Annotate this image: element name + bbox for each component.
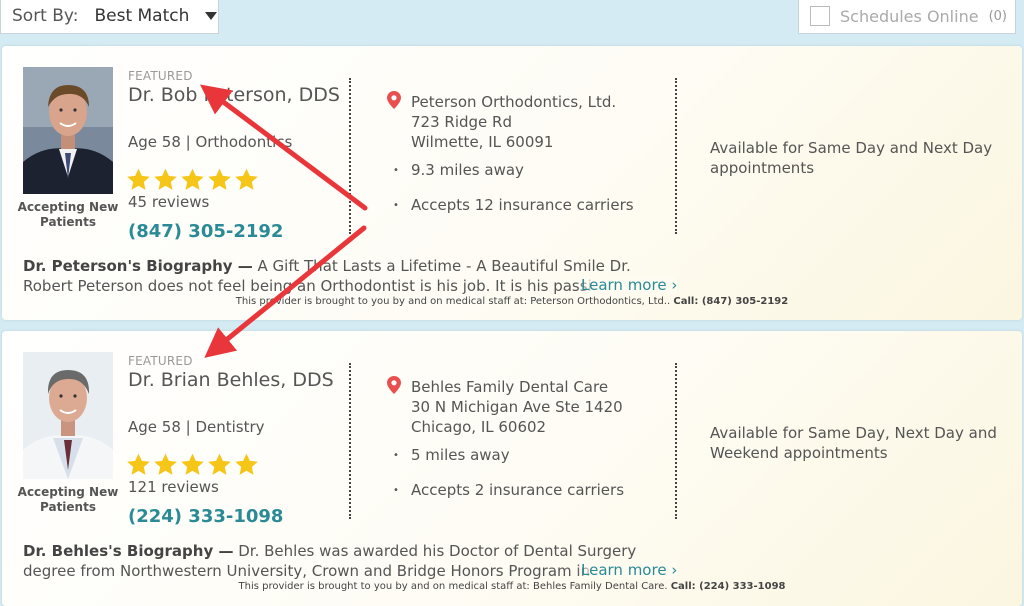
street-address: 30 N Michigan Ave Ste 1420 <box>411 398 623 416</box>
bullet: • <box>393 200 399 211</box>
star-icon <box>127 453 150 475</box>
review-count[interactable]: 45 reviews <box>128 193 209 211</box>
insurance-carriers[interactable]: Accepts 2 insurance carriers <box>411 481 624 499</box>
practice-address[interactable]: Peterson Orthodontics, Ltd. 723 Ridge Rd… <box>411 92 616 152</box>
results-toolbar: Sort By: Best Match Schedules Online (0) <box>0 0 1024 44</box>
bullet: • <box>393 450 399 461</box>
sponsor-call[interactable]: Call: (847) 305-2192 <box>673 296 788 307</box>
availability: Available for Same Day, Next Day and Wee… <box>710 424 997 462</box>
sponsor-text: This provider is brought to you by and o… <box>238 581 668 592</box>
learn-more-link[interactable]: Learn more › <box>577 276 678 294</box>
schedules-online-label: Schedules Online <box>840 6 979 26</box>
street-address: 723 Ridge Rd <box>411 113 512 131</box>
star-icon <box>208 168 231 190</box>
availability: Available for Same Day and Next Day appo… <box>710 139 993 177</box>
star-icon <box>154 453 177 475</box>
caret-down-icon <box>205 12 218 20</box>
distance: 5 miles away <box>411 446 510 464</box>
accepting-new-patients: Accepting New Patients <box>17 200 119 229</box>
age-specialty: Age 58 | Dentistry <box>128 418 265 436</box>
map-pin-icon <box>387 376 401 394</box>
city-state-zip: Wilmette, IL 60091 <box>411 133 554 151</box>
star-icon <box>208 453 231 475</box>
star-icon <box>154 168 177 190</box>
provider-photo[interactable] <box>23 67 113 194</box>
star-icon <box>235 168 258 190</box>
column-divider <box>349 78 351 234</box>
provider-name[interactable]: Dr. Brian Behles, DDS <box>128 369 348 392</box>
bullet: • <box>393 165 399 176</box>
review-count[interactable]: 121 reviews <box>128 478 219 496</box>
provider-card: Accepting New Patients FEATURED Dr. Bob … <box>2 46 1022 320</box>
accepting-new-patients: Accepting New Patients <box>17 485 119 514</box>
provider-sponsor-note: This provider is brought to you by and o… <box>2 296 1022 307</box>
bullet: • <box>393 485 399 496</box>
featured-label: FEATURED <box>128 354 193 368</box>
sort-dropdown[interactable]: Sort By: Best Match <box>0 0 219 34</box>
learn-more-link[interactable]: Learn more › <box>577 561 678 579</box>
star-icon <box>181 453 204 475</box>
provider-sponsor-note: This provider is brought to you by and o… <box>2 581 1022 592</box>
column-divider <box>675 363 677 519</box>
distance: 9.3 miles away <box>411 161 524 179</box>
sponsor-text: This provider is brought to you by and o… <box>235 296 671 307</box>
phone-number[interactable]: (847) 305-2192 <box>128 221 283 242</box>
age-specialty: Age 58 | Orthodontics <box>128 133 293 151</box>
column-divider <box>675 78 677 234</box>
star-icon <box>127 168 150 190</box>
insurance-carriers[interactable]: Accepts 12 insurance carriers <box>411 196 634 214</box>
sponsor-call[interactable]: Call: (224) 333-1098 <box>671 581 786 592</box>
star-icon <box>235 453 258 475</box>
practice-address[interactable]: Behles Family Dental Care 30 N Michigan … <box>411 377 623 437</box>
biography-title: Dr. Peterson's Biography — <box>23 257 253 275</box>
practice-name: Behles Family Dental Care <box>411 378 609 396</box>
star-rating <box>126 167 259 192</box>
city-state-zip: Chicago, IL 60602 <box>411 418 547 436</box>
schedules-online-filter[interactable]: Schedules Online (0) <box>798 0 1016 34</box>
featured-label: FEATURED <box>128 69 193 83</box>
practice-name: Peterson Orthodontics, Ltd. <box>411 93 617 111</box>
column-divider <box>349 363 351 519</box>
provider-name[interactable]: Dr. Bob Peterson, DDS <box>128 84 348 107</box>
provider-card: Accepting New Patients FEATURED Dr. Bria… <box>2 331 1022 606</box>
provider-photo[interactable] <box>23 352 113 479</box>
star-icon <box>181 168 204 190</box>
sort-label: Sort By: <box>12 6 79 26</box>
schedules-online-count: (0) <box>988 8 1007 24</box>
map-pin-icon <box>387 91 401 109</box>
phone-number[interactable]: (224) 333-1098 <box>128 506 283 527</box>
biography-title: Dr. Behles's Biography — <box>23 542 234 560</box>
checkbox-icon[interactable] <box>810 6 830 26</box>
sort-value: Best Match <box>94 6 190 26</box>
star-rating <box>126 452 259 477</box>
